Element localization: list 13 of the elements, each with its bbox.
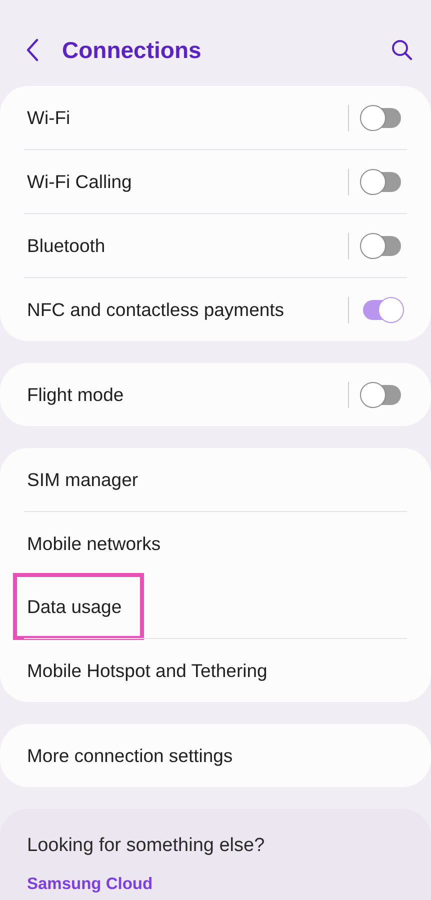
settings-item[interactable]: Flight mode <box>0 363 431 426</box>
settings-item[interactable]: NFC and contactless payments <box>24 277 407 341</box>
settings-item[interactable]: Data usage <box>0 575 431 638</box>
settings-item[interactable]: SIM manager <box>0 448 431 511</box>
suggestion-title: Looking for something else? <box>27 835 266 857</box>
settings-item[interactable]: Wi-Fi Calling <box>24 149 407 213</box>
settings-item[interactable]: More connection settings <box>0 724 431 787</box>
settings-item[interactable]: Wi-Fi <box>0 86 431 149</box>
settings-item[interactable]: Mobile networks <box>24 511 407 575</box>
settings-item[interactable]: Bluetooth <box>24 213 407 277</box>
suggestion-link[interactable]: Samsung Cloud <box>27 875 404 894</box>
page-title: Connections <box>62 36 202 64</box>
settings-item[interactable]: Mobile Hotspot and Tethering <box>24 638 407 702</box>
